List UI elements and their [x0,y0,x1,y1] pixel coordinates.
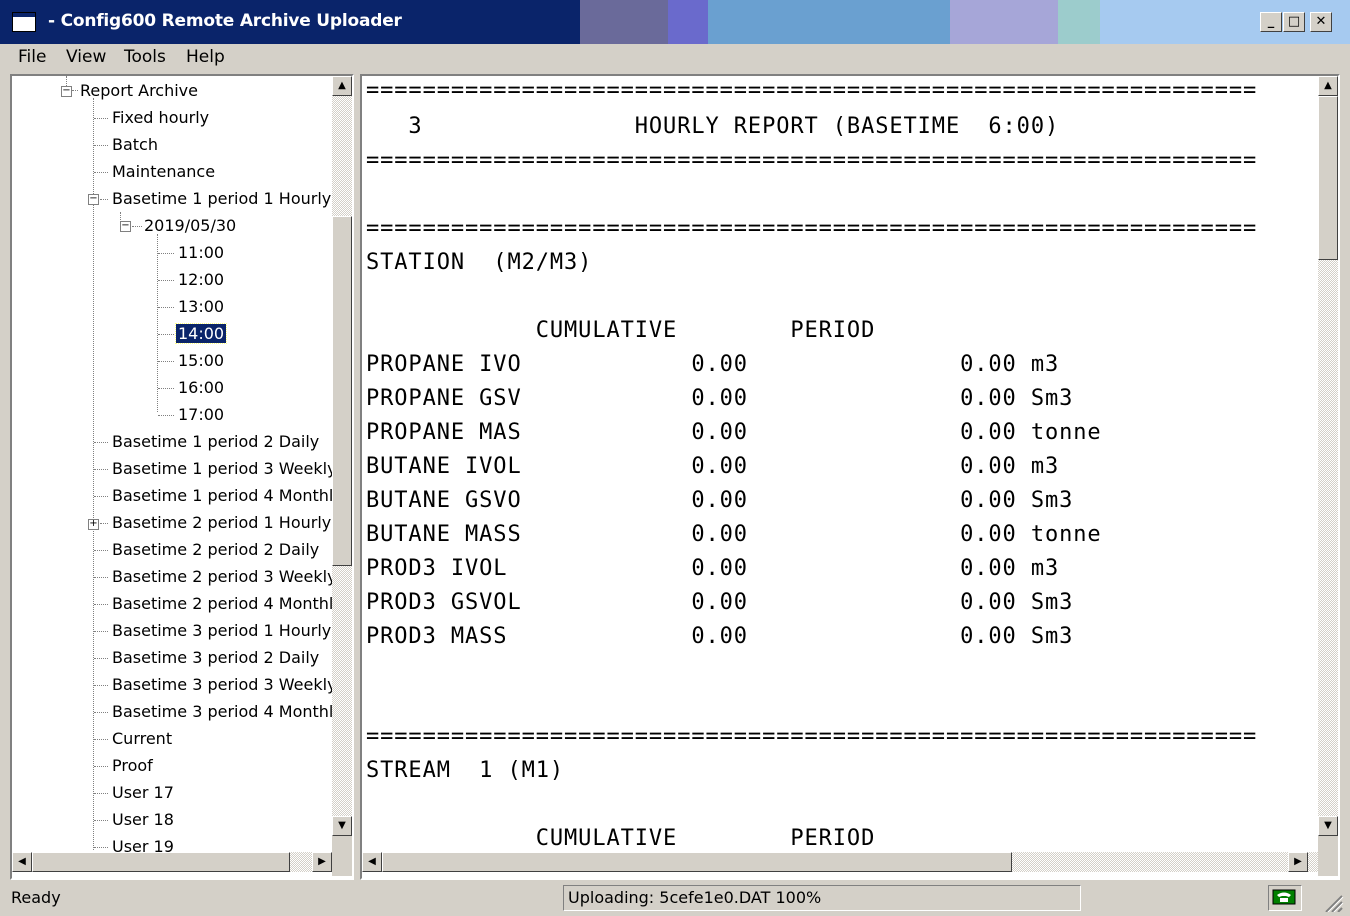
tree-item-time-selected[interactable]: 14:00 [174,323,228,345]
tree-item-time[interactable]: 15:00 [176,350,226,372]
scroll-left-button[interactable]: ◀ [12,852,32,872]
report-line: 3 HOURLY REPORT (BASETIME 6:00) [366,114,1060,139]
phone-icon [1272,889,1296,905]
arrow-down-icon: ▼ [338,820,346,831]
maximize-button[interactable]: □ [1283,12,1305,32]
scroll-thumb[interactable] [382,852,1012,872]
collapse-report-archive-icon[interactable]: − [61,86,72,97]
minimize-icon: _ [1267,14,1275,29]
tree-item-basetime1-monthly[interactable]: Basetime 1 period 4 Monthly [110,485,345,507]
report-line: PROPANE GSV 0.00 0.00 Sm3 [366,386,1074,411]
report-line: PROD3 IVOL 0.00 0.00 m3 [366,556,1060,581]
report-line: BUTANE MASS 0.00 0.00 tonne [366,522,1102,547]
status-bar: Ready Uploading: 5cefe1e0.DAT 100% [0,882,1350,915]
scroll-corner [332,836,352,876]
tree-vertical-scrollbar[interactable]: ▲ ▼ [332,76,352,836]
scroll-thumb[interactable] [332,216,352,566]
scroll-right-button[interactable]: ▶ [312,852,332,872]
arrow-up-icon: ▲ [338,80,346,91]
tree-item-basetime1-weekly[interactable]: Basetime 1 period 3 Weekly [110,458,339,480]
tree-item-basetime1-hourly[interactable]: Basetime 1 period 1 Hourly [110,188,333,210]
tree-item-time[interactable]: 11:00 [176,242,226,264]
menu-view[interactable]: View [66,47,106,67]
tree-item-basetime3-monthly[interactable]: Basetime 3 period 4 Monthly [110,701,345,723]
tree-item-time[interactable]: 17:00 [176,404,226,426]
title-bar[interactable]: - Config600 Remote Archive Uploader _ □ … [0,0,1350,44]
report-line: STATION (M2/M3) [366,250,593,275]
arrow-right-icon: ▶ [318,856,326,867]
arrow-left-icon: ◀ [368,856,376,867]
scroll-thumb[interactable] [32,852,290,872]
report-line: ========================================… [366,724,1258,749]
tree-item-basetime2-monthly[interactable]: Basetime 2 period 4 Monthly [110,593,345,615]
status-ready: Ready [11,888,61,907]
scroll-up-button[interactable]: ▲ [332,76,352,96]
tree-item-user17[interactable]: User 17 [110,782,176,804]
resize-grip-icon[interactable] [1318,890,1344,914]
arrow-right-icon: ▶ [1294,856,1302,867]
report-vertical-scrollbar[interactable]: ▲ ▼ [1318,76,1338,836]
tree-item-user18[interactable]: User 18 [110,809,176,831]
archive-tree[interactable]: − − − + Report Archive Fixed hourly Batc… [10,74,354,880]
report-line: PROD3 GSVOL 0.00 0.00 Sm3 [366,590,1074,615]
tree-item-batch[interactable]: Batch [110,134,160,156]
report-line: ========================================… [366,148,1258,173]
report-line: PROPANE IVO 0.00 0.00 m3 [366,352,1060,377]
tree-item-basetime2-daily[interactable]: Basetime 2 period 2 Daily [110,539,321,561]
scroll-left-button[interactable]: ◀ [362,852,382,872]
tree-item-time[interactable]: 13:00 [176,296,226,318]
tree-item-basetime3-daily[interactable]: Basetime 3 period 2 Daily [110,647,321,669]
tree-item-fixed-hourly[interactable]: Fixed hourly [110,107,211,129]
status-upload-progress: Uploading: 5cefe1e0.DAT 100% [563,885,1081,911]
scroll-corner [1318,836,1338,876]
tree-horizontal-scrollbar[interactable]: ◀ ▶ [12,852,332,872]
status-spacer [1086,885,1266,911]
menu-bar: File View Tools Help [0,44,1350,72]
tree-item-date[interactable]: 2019/05/30 [142,215,238,237]
report-line: ========================================… [366,78,1258,103]
scroll-up-button[interactable]: ▲ [1318,76,1338,96]
menu-file[interactable]: File [18,47,46,67]
tree-item-time[interactable]: 12:00 [176,269,226,291]
app-window-icon[interactable] [12,12,36,32]
collapse-basetime1-hourly-icon[interactable]: − [88,194,99,205]
report-view[interactable]: ========================================… [360,74,1340,880]
window-title: - Config600 Remote Archive Uploader [48,11,402,31]
report-line: CUMULATIVE PERIOD [366,826,876,851]
tree-item-basetime2-hourly[interactable]: Basetime 2 period 1 Hourly [110,512,333,534]
tree-item-current[interactable]: Current [110,728,174,750]
tree-item-basetime3-hourly[interactable]: Basetime 3 period 1 Hourly [110,620,333,642]
scroll-right-button[interactable]: ▶ [1288,852,1308,872]
report-line: CUMULATIVE PERIOD [366,318,876,343]
scroll-down-button[interactable]: ▼ [332,816,352,836]
close-button[interactable]: ✕ [1310,12,1332,32]
scroll-thumb[interactable] [1318,96,1338,260]
report-line: BUTANE IVOL 0.00 0.00 m3 [366,454,1060,479]
menu-tools[interactable]: Tools [124,47,166,67]
minimize-button[interactable]: _ [1260,12,1282,32]
expand-basetime2-hourly-icon[interactable]: + [88,519,99,530]
close-icon: ✕ [1315,14,1327,29]
tree-item-basetime3-weekly[interactable]: Basetime 3 period 3 Weekly [110,674,339,696]
collapse-date-icon[interactable]: − [120,221,131,232]
report-line: BUTANE GSVO 0.00 0.00 Sm3 [366,488,1074,513]
arrow-left-icon: ◀ [18,856,26,867]
report-line: PROD3 MASS 0.00 0.00 Sm3 [366,624,1074,649]
report-line: PROPANE MAS 0.00 0.00 tonne [366,420,1102,445]
tree-item-time[interactable]: 16:00 [176,377,226,399]
arrow-up-icon: ▲ [1324,80,1332,91]
tree-item-basetime2-weekly[interactable]: Basetime 2 period 3 Weekly [110,566,339,588]
status-connection [1268,885,1302,911]
tree-item-report-archive[interactable]: Report Archive [78,80,200,102]
tree-item-maintenance[interactable]: Maintenance [110,161,217,183]
report-line: STREAM 1 (M1) [366,758,565,783]
tree-item-basetime1-daily[interactable]: Basetime 1 period 2 Daily [110,431,321,453]
maximize-icon: □ [1287,14,1301,29]
report-horizontal-scrollbar[interactable]: ◀ ▶ [362,852,1318,872]
report-line: ========================================… [366,216,1258,241]
tree-item-proof[interactable]: Proof [110,755,155,777]
menu-help[interactable]: Help [186,47,225,67]
arrow-down-icon: ▼ [1324,820,1332,831]
scroll-down-button[interactable]: ▼ [1318,816,1338,836]
